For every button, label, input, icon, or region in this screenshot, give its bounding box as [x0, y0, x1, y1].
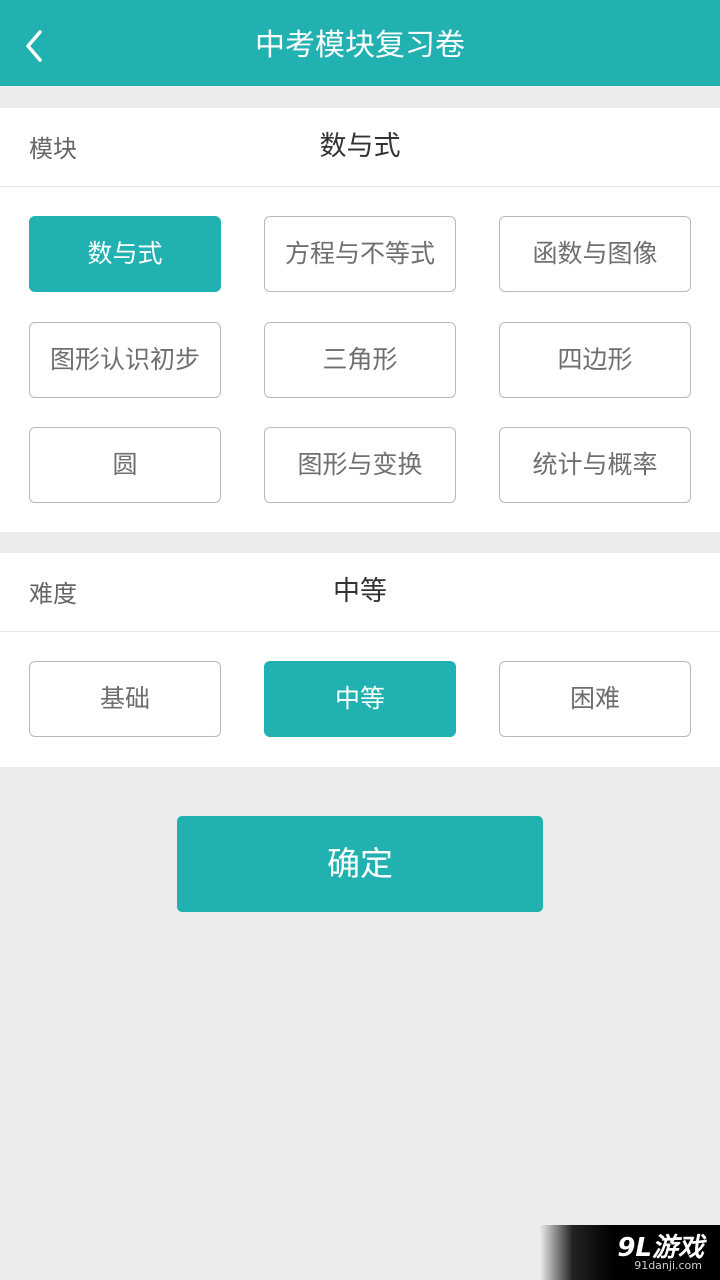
module-option-han-shu[interactable]: 函数与图像 — [499, 216, 691, 292]
page-title: 中考模块复习卷 — [255, 28, 465, 63]
module-option-tong-ji[interactable]: 统计与概率 — [499, 427, 691, 503]
module-option-shu-yu-shi[interactable]: 数与式 — [29, 216, 221, 292]
difficulty-header-row: 难度 中等 — [0, 553, 720, 632]
watermark-logo: 9L游戏 91danji.com — [540, 1225, 720, 1280]
difficulty-option-basic[interactable]: 基础 — [29, 661, 221, 737]
module-header-row: 模块 数与式 — [0, 108, 720, 187]
app-header: 中考模块复习卷 — [0, 0, 720, 86]
difficulty-option-hard[interactable]: 困难 — [499, 661, 691, 737]
difficulty-option-medium[interactable]: 中等 — [264, 661, 456, 737]
module-selected-value: 数与式 — [319, 131, 401, 162]
difficulty-selected-value: 中等 — [333, 576, 387, 607]
confirm-button[interactable]: 确定 — [177, 816, 543, 912]
difficulty-panel: 难度 中等 基础 中等 困难 — [0, 553, 720, 767]
module-option-yuan[interactable]: 圆 — [29, 427, 221, 503]
watermark-url: 91danji.com — [634, 1259, 702, 1272]
module-option-si-bian-xing[interactable]: 四边形 — [499, 322, 691, 398]
module-option-tu-xing-bian-huan[interactable]: 图形与变换 — [264, 427, 456, 503]
module-option-san-jiao-xing[interactable]: 三角形 — [264, 322, 456, 398]
module-panel: 模块 数与式 数与式 方程与不等式 函数与图像 图形认识初步 三角形 四边形 圆… — [0, 108, 720, 532]
module-option-fang-cheng[interactable]: 方程与不等式 — [264, 216, 456, 292]
module-option-tu-xing-ren-shi[interactable]: 图形认识初步 — [29, 322, 221, 398]
